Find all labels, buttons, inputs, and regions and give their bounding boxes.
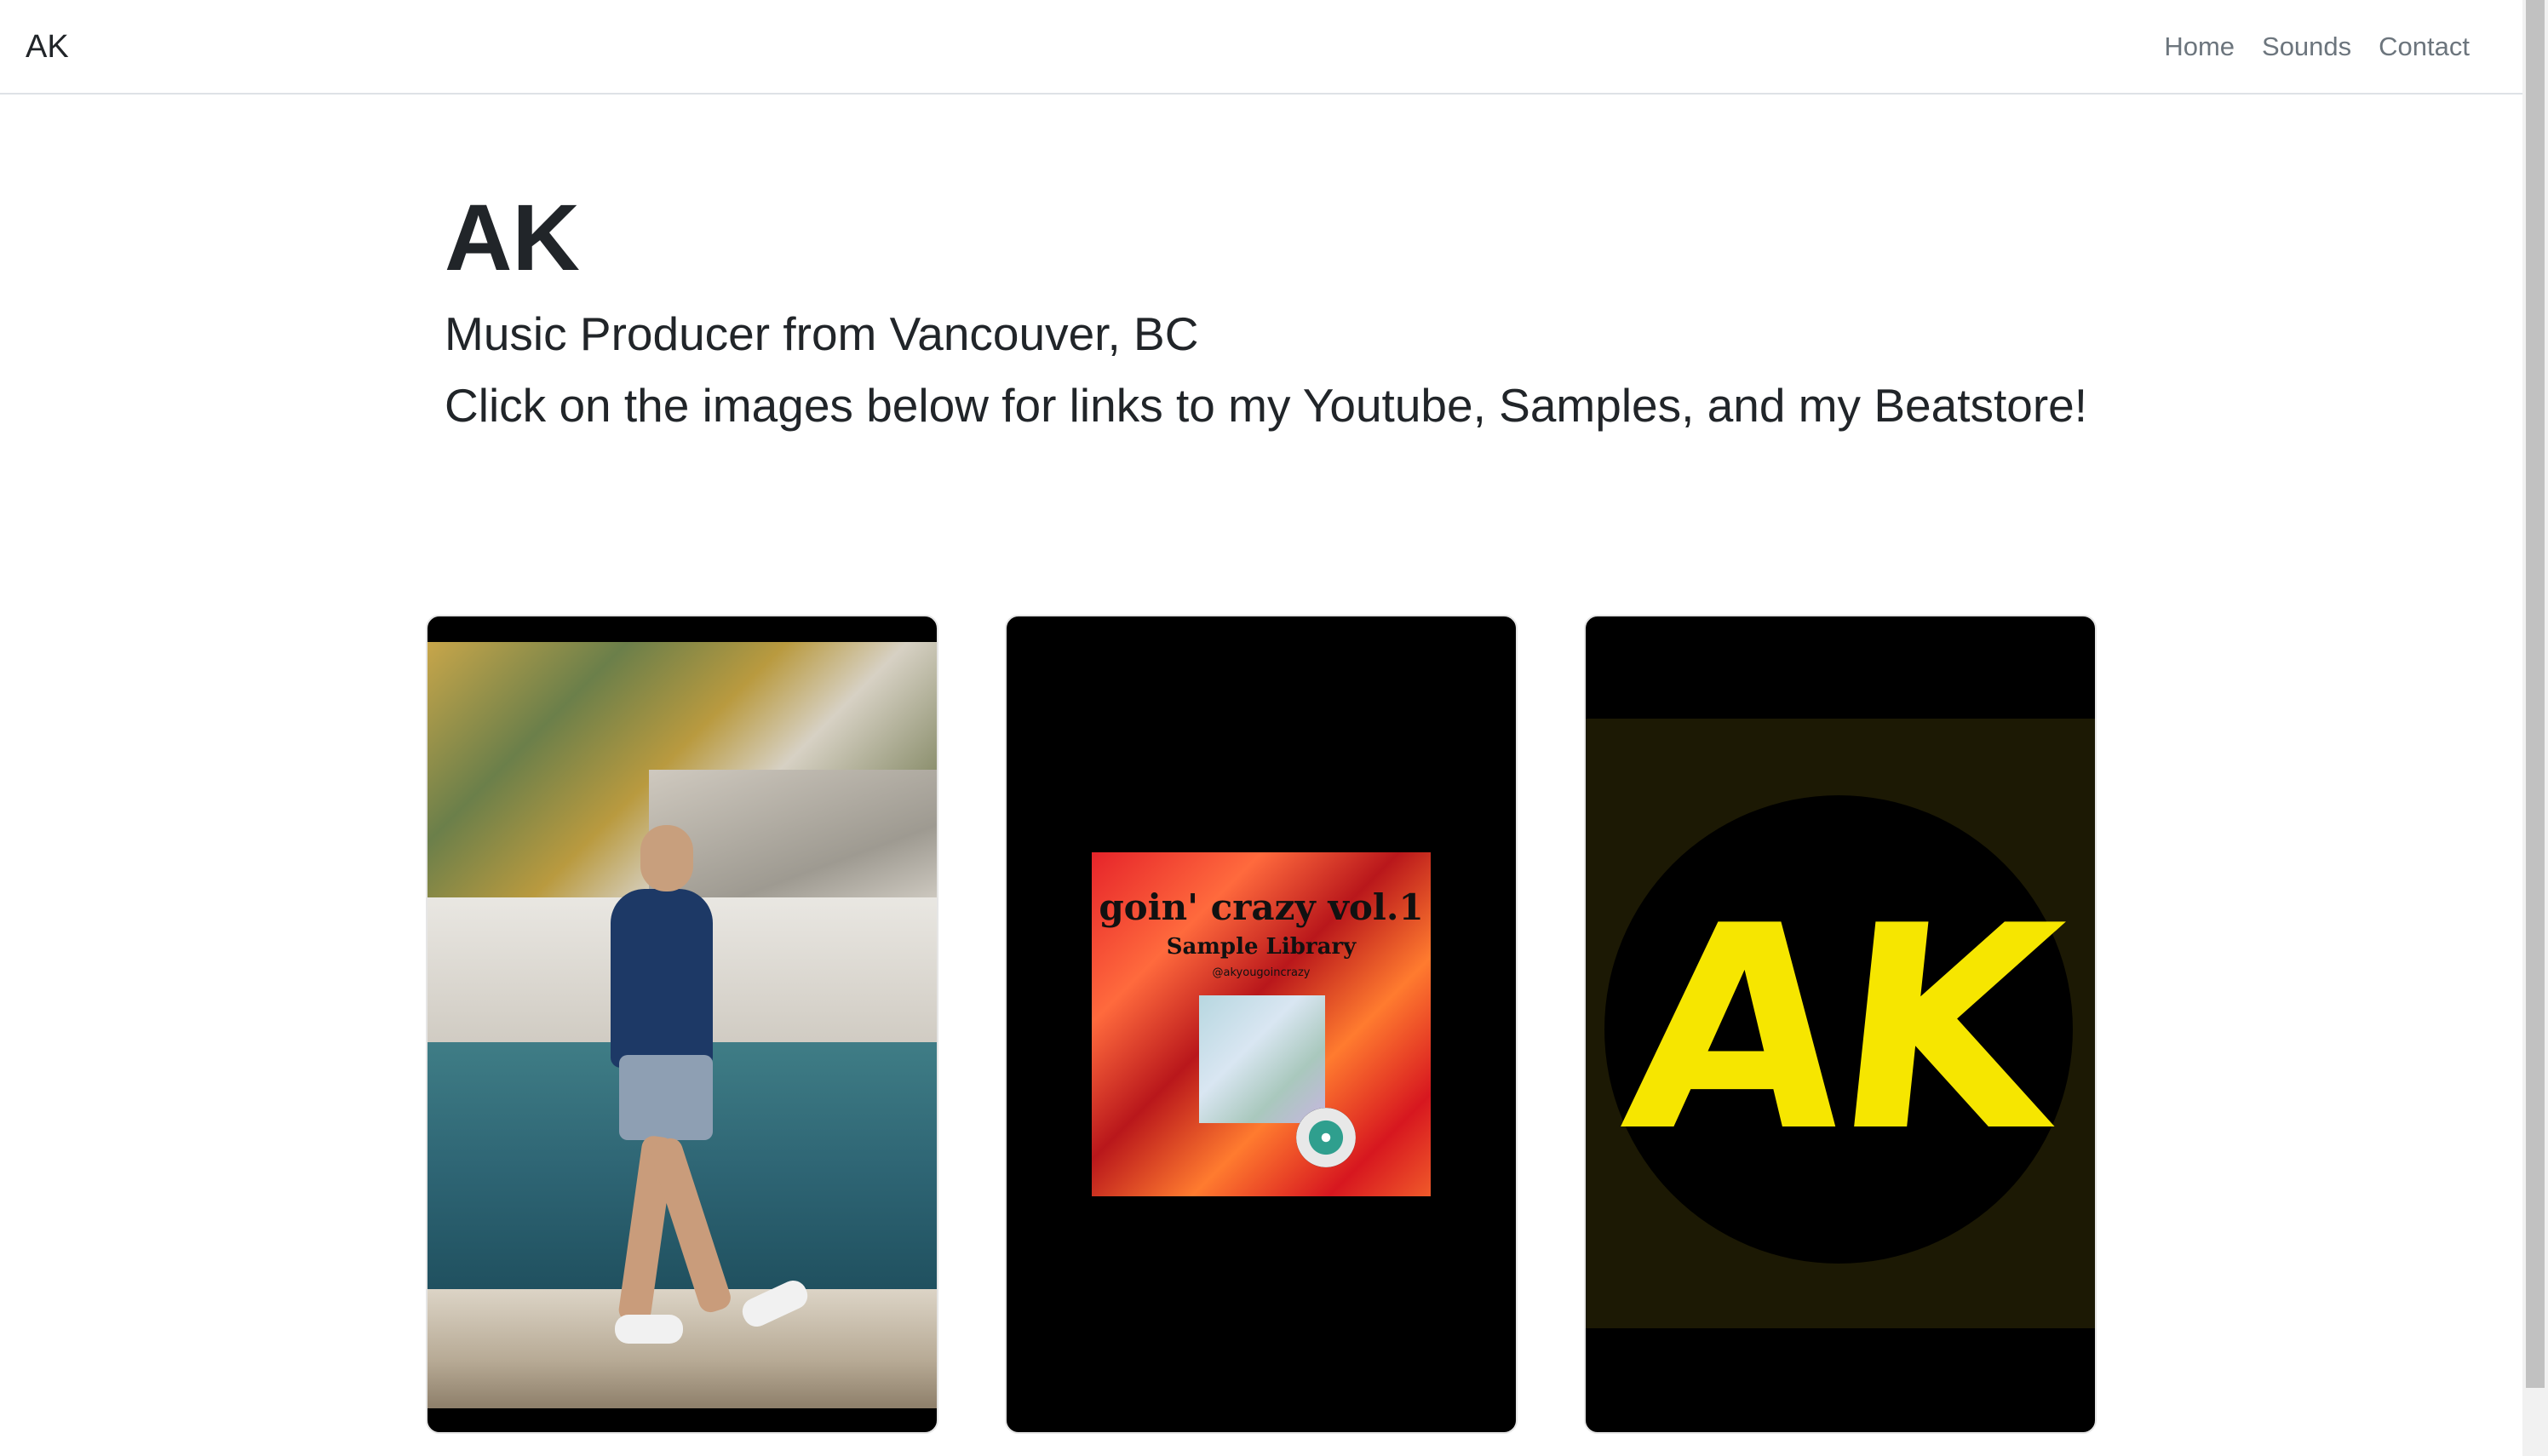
brand-link[interactable]: AK <box>26 26 69 68</box>
disc-image <box>1296 1108 1356 1167</box>
scrollbar-thumb[interactable] <box>2526 0 2545 1388</box>
beatstore-card[interactable]: AK <box>1584 615 2097 1434</box>
hero-title: AK <box>445 186 580 290</box>
skull-image <box>1199 995 1325 1123</box>
nav-links: Home Sounds Contact <box>2150 26 2483 68</box>
album-title: goin' crazy vol.1 <box>1099 886 1424 928</box>
page-scrollbar[interactable] <box>2522 0 2548 1456</box>
album-handle: @akyougoincrazy <box>1212 966 1311 979</box>
hero-description: Click on the images below for links to m… <box>445 379 2088 432</box>
nav-link-contact[interactable]: Contact <box>2365 26 2483 68</box>
album-subtitle: Sample Library <box>1166 934 1357 960</box>
walking-photo <box>428 642 937 1408</box>
samples-card[interactable]: goin' crazy vol.1 Sample Library @akyoug… <box>1005 615 1518 1434</box>
nav-link-sounds[interactable]: Sounds <box>2248 26 2365 68</box>
album-cover: goin' crazy vol.1 Sample Library @akyoug… <box>1092 852 1431 1196</box>
nav-link-home[interactable]: Home <box>2150 26 2248 68</box>
navbar: AK Home Sounds Contact <box>0 0 2522 95</box>
hero-section: AK Music Producer from Vancouver, BC Cli… <box>445 179 2148 441</box>
youtube-card[interactable] <box>426 615 938 1434</box>
hero-subtitle: Music Producer from Vancouver, BC <box>445 307 1199 360</box>
ak-logo: AK <box>1612 866 2065 1193</box>
